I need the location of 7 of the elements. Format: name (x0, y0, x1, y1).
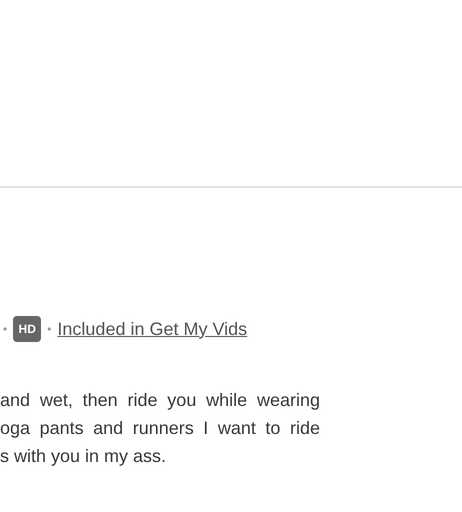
separator-dot: • (3, 321, 8, 338)
separator-dot: • (47, 321, 52, 338)
description-line: and wet, then ride you while wearing (0, 389, 320, 412)
description-line: oga pants and runners I want to ride (0, 417, 320, 440)
description-line: s with you in my ass. (0, 445, 168, 468)
included-link[interactable]: Included in Get My Vids (57, 316, 248, 342)
hd-badge: HD (13, 316, 42, 342)
